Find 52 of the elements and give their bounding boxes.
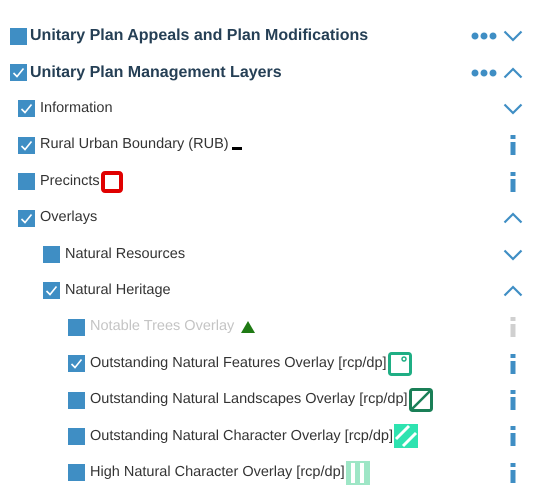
info-icon[interactable]: [510, 172, 516, 192]
checkbox[interactable]: [10, 64, 27, 82]
more-icon[interactable]: [471, 68, 497, 77]
layer-label: Overlays: [40, 208, 98, 228]
check-icon: [20, 212, 33, 224]
layer-label: Unitary Plan Management Layers: [30, 62, 282, 83]
hatched-square-icon: [394, 424, 418, 448]
striped-square-icon: [346, 460, 370, 485]
check-icon: [20, 140, 33, 151]
chevron-up-icon[interactable]: [503, 212, 523, 224]
line-symbol-icon: [232, 146, 242, 150]
checkbox[interactable]: [68, 392, 85, 409]
layer-label: Outstanding Natural Features Overlay [rcp/dp]: [90, 354, 387, 373]
checkbox[interactable]: [43, 282, 60, 300]
diagonal-square-icon: [408, 388, 433, 412]
check-icon: [45, 285, 58, 296]
chevron-down-icon[interactable]: [503, 248, 523, 261]
info-icon[interactable]: [510, 135, 516, 156]
checkbox[interactable]: [18, 136, 35, 154]
checkbox[interactable]: [10, 28, 27, 45]
dotted-square-icon: [388, 352, 412, 376]
checkbox[interactable]: [68, 428, 85, 445]
checkbox[interactable]: [18, 173, 35, 190]
layer-label: Natural Heritage: [65, 281, 171, 300]
layer-label: Notable Trees Overlay: [90, 317, 234, 336]
info-icon[interactable]: [510, 462, 516, 483]
chevron-up-icon[interactable]: [503, 66, 523, 79]
check-icon: [20, 103, 33, 114]
layer-label: Outstanding Natural Character Overlay [rcp/dp]: [90, 426, 394, 446]
layer-label: Rural Urban Boundary (RUB): [40, 135, 229, 154]
chevron-down-icon[interactable]: [503, 102, 523, 115]
checkbox[interactable]: [18, 100, 35, 118]
more-icon[interactable]: [471, 32, 497, 40]
layer-label: Information: [40, 99, 113, 118]
info-icon[interactable]: [510, 354, 516, 374]
layer-label: Precincts: [40, 172, 100, 191]
layer-label: Outstanding Natural Landscapes Overlay [rcp/dp]: [90, 390, 408, 410]
triangle-icon: [241, 321, 256, 334]
checkbox[interactable]: [43, 246, 60, 264]
layer-label: Natural Resources: [65, 244, 186, 264]
square-symbol-icon: [100, 170, 123, 193]
layer-label: High Natural Character Overlay [rcp/dp]: [90, 463, 345, 482]
check-icon: [70, 358, 83, 370]
layer-label: Unitary Plan Appeals and Plan Modifications: [30, 26, 368, 46]
checkbox[interactable]: [68, 355, 85, 372]
chevron-down-icon[interactable]: [503, 30, 523, 42]
checkbox[interactable]: [68, 464, 85, 482]
info-icon[interactable]: [510, 426, 516, 446]
check-icon: [12, 67, 25, 78]
checkbox[interactable]: [18, 210, 35, 227]
info-icon[interactable]: [510, 390, 516, 410]
chevron-up-icon[interactable]: [503, 284, 523, 297]
